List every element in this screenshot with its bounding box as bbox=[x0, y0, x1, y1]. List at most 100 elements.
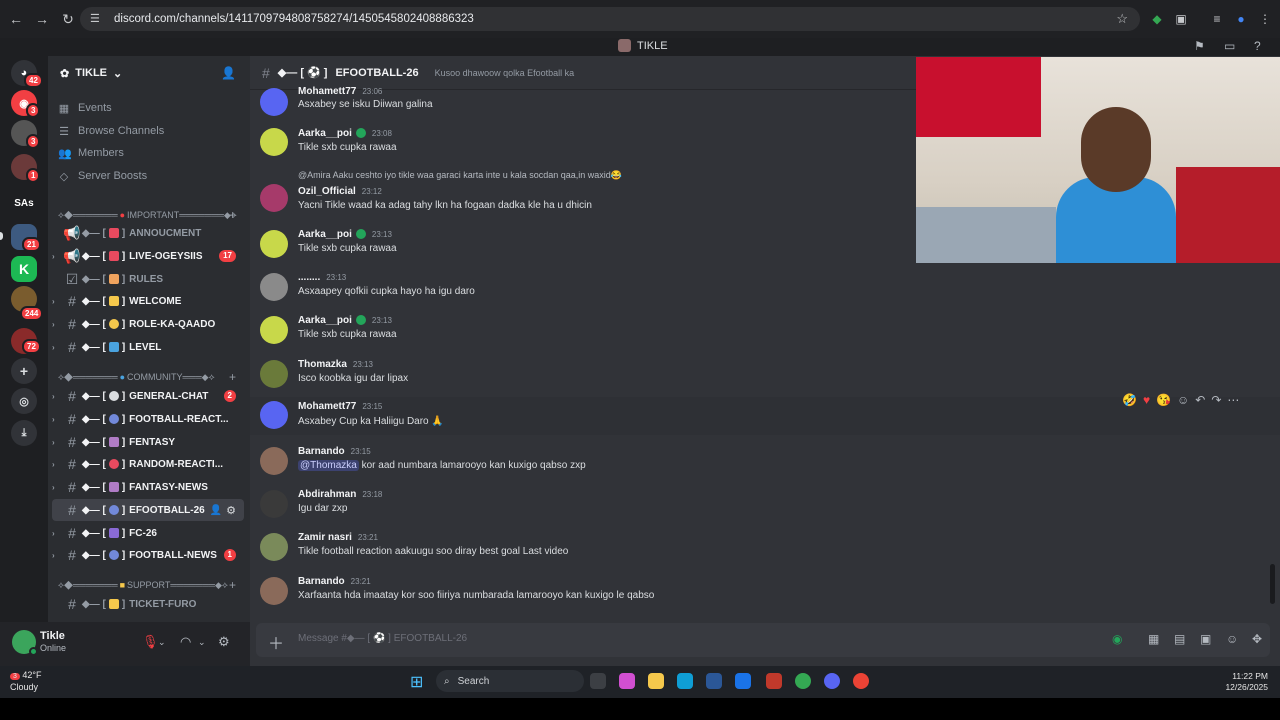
avatar[interactable] bbox=[260, 533, 288, 561]
chevron-down-icon[interactable]: ⌄ bbox=[198, 637, 206, 648]
invite-icon[interactable]: 👤 bbox=[210, 505, 222, 516]
chrome-icon[interactable] bbox=[795, 673, 811, 689]
profile-icon[interactable]: ● bbox=[1232, 10, 1250, 28]
reaction-kiss-icon[interactable]: 😘 bbox=[1156, 393, 1171, 407]
headphones-icon[interactable]: ◠ bbox=[180, 634, 191, 650]
message-author[interactable]: Aarka__poi bbox=[298, 315, 352, 326]
nav-events[interactable]: ▦ Events bbox=[58, 98, 112, 118]
avatar[interactable] bbox=[260, 401, 288, 429]
message-author[interactable]: Mohamett77 bbox=[298, 401, 356, 412]
reaction-heart-icon[interactable]: ♥ bbox=[1143, 393, 1150, 407]
mail-icon[interactable] bbox=[735, 673, 751, 689]
message-author[interactable]: Mohamett77 bbox=[298, 86, 356, 97]
app-icon[interactable] bbox=[766, 673, 782, 689]
message[interactable]: Zamir nasri 23:21 Tikle football reaction… bbox=[250, 531, 1280, 567]
nitro-icon[interactable]: ◉ bbox=[1112, 632, 1122, 646]
server-icon-k[interactable]: K bbox=[11, 256, 37, 282]
message-author[interactable]: Ozil_Official bbox=[298, 186, 356, 197]
avatar[interactable] bbox=[260, 490, 288, 518]
extensions-icon[interactable]: ▣ bbox=[1172, 10, 1190, 28]
channel-fentasy[interactable]: › # ◆— [] FENTASY bbox=[52, 431, 244, 453]
message[interactable]: ........ 23:13 Asxaapey qofkii cupka hayo… bbox=[250, 271, 1280, 307]
shield-extension-icon[interactable]: ◆ bbox=[1148, 10, 1166, 28]
forward-icon[interactable]: ↷ bbox=[1211, 393, 1221, 407]
avatar[interactable] bbox=[260, 128, 288, 156]
message-author[interactable]: ........ bbox=[298, 272, 320, 283]
reply-icon[interactable]: ↶ bbox=[1195, 393, 1205, 407]
channel-general-chat[interactable]: › # ◆— [] GENERAL-CHAT 2 bbox=[52, 385, 244, 407]
more-icon[interactable]: ⋯ bbox=[1227, 393, 1239, 407]
windows-start-icon[interactable]: ⊞ bbox=[410, 672, 428, 691]
channel-level[interactable]: › # ◆— [] LEVEL bbox=[52, 336, 244, 358]
chevron-down-icon[interactable]: ⌄ bbox=[158, 637, 166, 648]
message-author[interactable]: Barnando bbox=[298, 576, 345, 587]
add-channel-icon[interactable]: + bbox=[229, 370, 236, 384]
media-icon[interactable]: ≡ bbox=[1208, 10, 1226, 28]
forward-icon[interactable]: → bbox=[32, 9, 52, 29]
message-author[interactable]: Barnando bbox=[298, 446, 345, 457]
channel-fc-26[interactable]: › # ◆— [] FC-26 bbox=[52, 522, 244, 544]
emoji-icon[interactable]: ☺ bbox=[1226, 632, 1238, 646]
guild-header[interactable]: ✿ TIKLE ⌄ 👤 bbox=[48, 56, 250, 90]
channel-rules[interactable]: ☑ ◆— [] RULES bbox=[52, 268, 244, 290]
menu-kebab-icon[interactable]: ⋮ bbox=[1256, 10, 1274, 28]
reaction-laugh-icon[interactable]: 🤣 bbox=[1122, 393, 1137, 407]
inbox-icon[interactable]: ▭ bbox=[1224, 39, 1235, 53]
message[interactable]: Thomazka 23:13 Isco koobka igu dar lipax bbox=[250, 358, 1280, 394]
avatar[interactable] bbox=[260, 184, 288, 212]
channel-football-news[interactable]: › # ◆— [] FOOTBALL-NEWS 1 bbox=[52, 544, 244, 566]
channel-fantasy-news[interactable]: › # ◆— [] FANTASY-NEWS bbox=[52, 476, 244, 498]
channel-random-reacti[interactable]: › # ◆— [] RANDOM-REACTI... bbox=[52, 453, 244, 475]
reply-preview[interactable]: @Amira Aaku ceshto iyo tikle waa garaci … bbox=[298, 170, 622, 181]
apps-icon[interactable]: ✥ bbox=[1252, 632, 1262, 646]
taskbar-search[interactable]: ⌕ Search bbox=[436, 670, 584, 692]
gear-icon[interactable]: ⚙ bbox=[226, 504, 236, 517]
mic-muted-icon[interactable]: 🎙 bbox=[142, 634, 159, 650]
message[interactable]: Abdirahman 23:18 Igu dar zxp bbox=[250, 488, 1280, 524]
reload-icon[interactable]: ↻ bbox=[58, 9, 78, 29]
avatar[interactable] bbox=[260, 273, 288, 301]
avatar[interactable] bbox=[260, 230, 288, 258]
message-author[interactable]: Zamir nasri bbox=[298, 532, 352, 543]
message-author[interactable]: Aarka__poi bbox=[298, 229, 352, 240]
user-mention[interactable]: @Thomazka bbox=[298, 460, 359, 471]
system-clock[interactable]: 11:22 PM 12/26/2025 bbox=[1225, 671, 1268, 693]
file-explorer-icon[interactable] bbox=[648, 673, 664, 689]
channel-live-ogeysiis[interactable]: › 📢 ◆— [] LIVE-OGEYSIIS 17 bbox=[52, 245, 244, 267]
discover-icon[interactable]: ◎ bbox=[11, 388, 37, 414]
gear-icon[interactable]: ⚙ bbox=[218, 634, 230, 650]
weather-widget[interactable]: 3 42°F Cloudy bbox=[10, 670, 42, 693]
download-icon[interactable]: ⤓ bbox=[11, 420, 37, 446]
avatar[interactable] bbox=[260, 316, 288, 344]
help-icon[interactable]: ? bbox=[1254, 39, 1261, 53]
chrome-profile-icon[interactable] bbox=[853, 673, 869, 689]
back-icon[interactable]: ← bbox=[6, 9, 26, 29]
scrollbar[interactable] bbox=[1270, 564, 1275, 604]
copilot-icon[interactable] bbox=[619, 673, 635, 689]
gif-icon[interactable]: ▤ bbox=[1174, 632, 1185, 646]
avatar[interactable] bbox=[260, 360, 288, 388]
nav-members[interactable]: 👥 Members bbox=[58, 143, 124, 163]
add-channel-icon[interactable]: + bbox=[229, 578, 236, 592]
gift-icon[interactable]: ▦ bbox=[1148, 632, 1159, 646]
bookmark-star-icon[interactable]: ☆ bbox=[1116, 11, 1128, 27]
message[interactable]: Aarka__poi 23:13 Tikle sxb cupka rawaa bbox=[250, 314, 1280, 350]
edge-icon[interactable] bbox=[677, 673, 693, 689]
avatar[interactable] bbox=[260, 577, 288, 605]
channel-welcome[interactable]: › # ◆— [] WELCOME bbox=[52, 290, 244, 312]
add-reaction-icon[interactable]: ☺ bbox=[1177, 393, 1189, 407]
category-community[interactable]: ⟡◆═══════ ● COMMUNITY ═══◆⟡ + bbox=[58, 370, 244, 384]
add-attachment-icon[interactable]: ＋ bbox=[268, 630, 284, 654]
category-important[interactable]: ⟡◆═══════ ● IMPORTANT ═══════◆⟡ + bbox=[58, 208, 244, 222]
server-sas[interactable]: SAs bbox=[11, 190, 37, 216]
invite-icon[interactable]: 👤 bbox=[221, 66, 236, 80]
task-view-icon[interactable] bbox=[590, 673, 606, 689]
message-author[interactable]: Abdirahman bbox=[298, 489, 356, 500]
channel-annoucment[interactable]: 📢 ◆— [] ANNOUCMENT bbox=[52, 222, 244, 244]
channel-football-react[interactable]: › # ◆— [] FOOTBALL-REACT... bbox=[52, 408, 244, 430]
message[interactable]: Barnando 23:21 Xarfaanta hda imaatay kor … bbox=[250, 575, 1280, 611]
nav-server-boosts[interactable]: ◇ Server Boosts bbox=[58, 166, 147, 186]
add-server-icon[interactable]: + bbox=[11, 358, 37, 384]
category-support[interactable]: ⟡◆═══════ ■ SUPPORT ═══════◆⟡ + bbox=[58, 578, 244, 592]
channel-efootball-26[interactable]: # ◆— [] EFOOTBALL-26 👤 ⚙ bbox=[52, 499, 244, 521]
